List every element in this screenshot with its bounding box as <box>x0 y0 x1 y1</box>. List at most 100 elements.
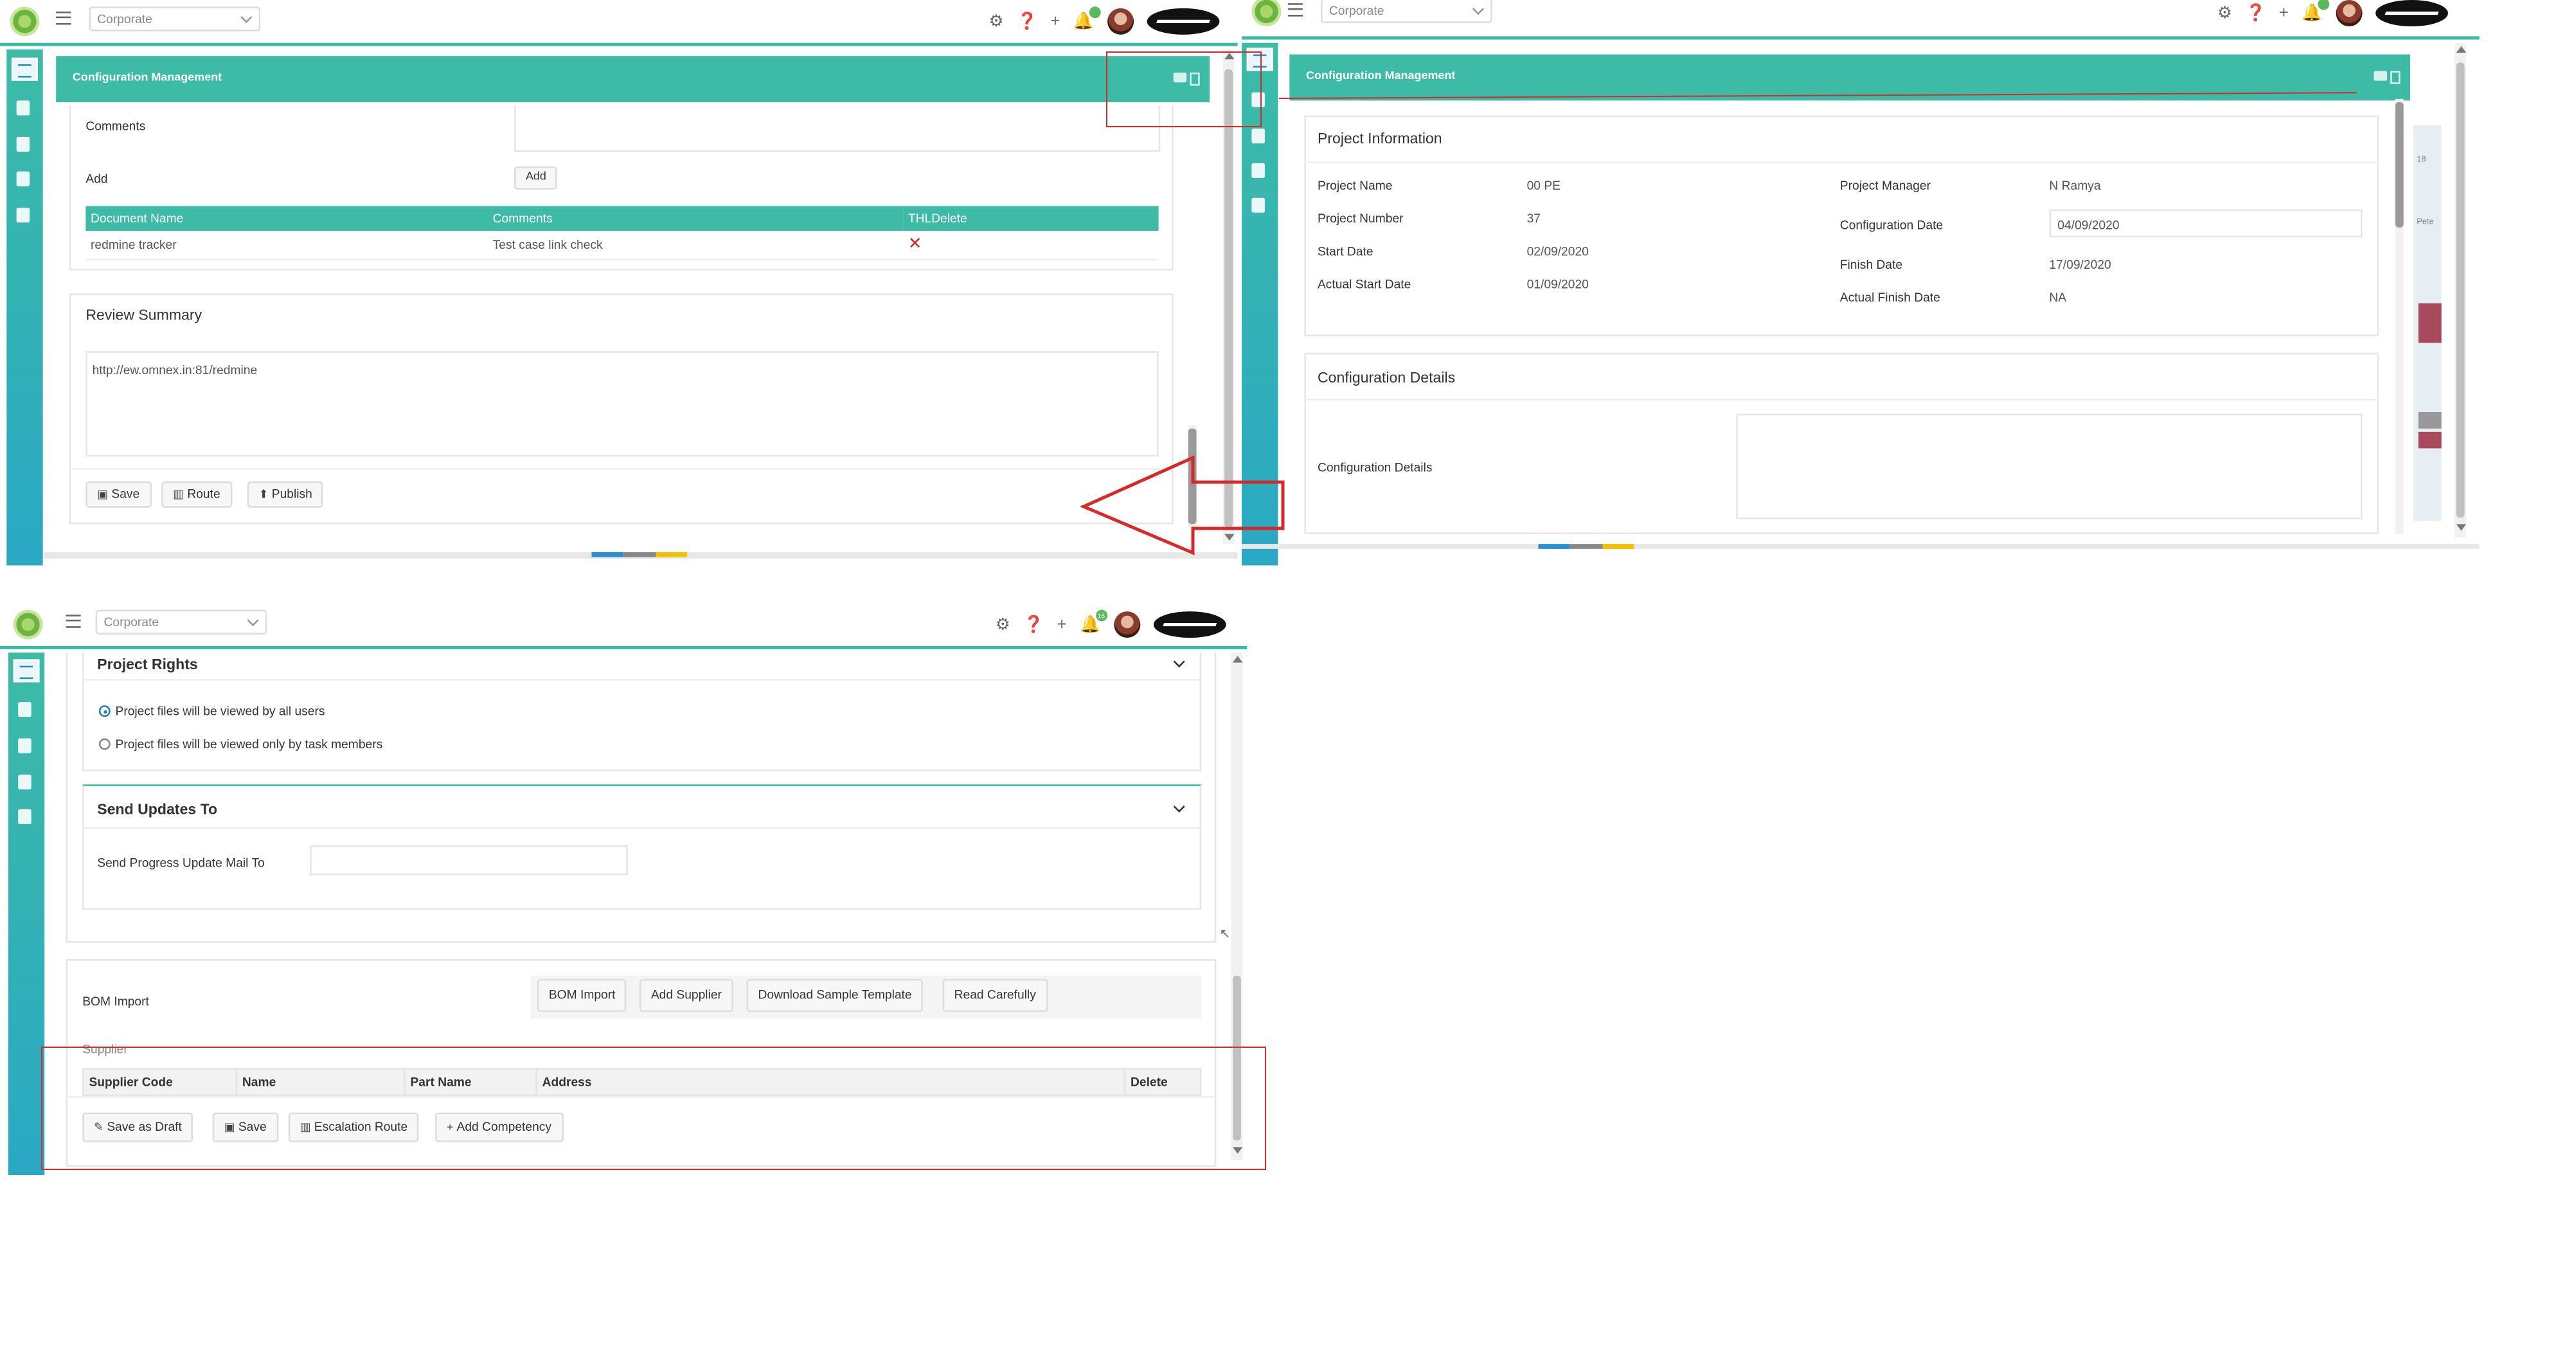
gear-icon[interactable]: ⚙ <box>996 615 1010 633</box>
radio-all-users[interactable]: Project files will be viewed by all user… <box>98 704 325 719</box>
loading-strip <box>591 552 688 557</box>
window-controls-icon[interactable] <box>2374 71 2401 84</box>
review-summary-textarea[interactable]: http://ew.omnex.in:81/redmine <box>85 351 1159 457</box>
download-sample-template-button[interactable]: Download Sample Template <box>746 978 924 1013</box>
scrollbar-thumb[interactable] <box>2456 62 2465 518</box>
bottom-bar <box>1242 544 2480 549</box>
hamburger-menu-icon[interactable] <box>66 615 81 628</box>
add-label: Add <box>85 171 108 186</box>
configuration-date-label: Configuration Date <box>1839 217 1944 233</box>
sidebar-doc-icon[interactable] <box>18 738 31 753</box>
add-button[interactable]: Add <box>514 166 558 190</box>
finish-date-label: Finish Date <box>1839 256 1903 273</box>
send-updates-title: Send Updates To <box>97 800 218 818</box>
divider <box>69 468 1174 470</box>
project-number-label: Project Number <box>1317 211 1404 226</box>
plus-icon[interactable]: + <box>1057 615 1067 633</box>
bell-icon[interactable]: 🔔 <box>1073 5 1101 30</box>
inner-scrollbar-thumb[interactable] <box>2395 102 2404 228</box>
gear-icon[interactable]: ⚙ <box>2217 4 2232 22</box>
configuration-details-textarea[interactable] <box>1736 413 2363 519</box>
plus-icon[interactable]: + <box>1050 12 1060 30</box>
bom-import-button[interactable]: BOM Import <box>537 978 627 1013</box>
organization-select[interactable]: Corporate <box>95 609 267 634</box>
bom-import-label: BOM Import <box>82 993 149 1009</box>
sidebar-doc-icon[interactable] <box>1251 197 1265 213</box>
chevron-down-icon <box>1472 3 1485 15</box>
organization-select[interactable]: Corporate <box>1321 0 1492 23</box>
divider <box>82 679 1202 681</box>
sidebar-doc-icon[interactable] <box>16 136 30 152</box>
configuration-date-input[interactable]: 04/09/2020 <box>2049 209 2363 238</box>
sidebar-doc-icon[interactable] <box>16 208 30 223</box>
cursor-icon: ↖ <box>1219 926 1231 941</box>
user-avatar[interactable] <box>1107 8 1134 35</box>
plus-icon[interactable]: + <box>2279 4 2289 22</box>
inner-scrollbar[interactable] <box>2395 98 2404 534</box>
send-updates-section <box>82 784 1202 910</box>
bell-icon[interactable]: 🔔 <box>2302 0 2329 22</box>
configuration-management-header: Configuration Management <box>56 56 1210 102</box>
hamburger-menu-icon[interactable] <box>56 11 71 25</box>
organization-select[interactable]: Corporate <box>89 6 261 32</box>
sidebar-doc-icon[interactable] <box>1251 128 1265 144</box>
send-progress-input[interactable] <box>310 845 628 876</box>
comments-textarea[interactable] <box>514 105 1161 152</box>
comments-label: Comments <box>85 118 146 134</box>
review-summary-text: http://ew.omnex.in:81/redmine <box>92 363 258 378</box>
sidebar-doc-icon[interactable] <box>1251 163 1265 178</box>
app-logo[interactable] <box>1251 0 1282 27</box>
actual-start-date-label: Actual Start Date <box>1317 276 1411 292</box>
sidebar-dashboard-icon[interactable] <box>11 57 38 81</box>
arrow-annotation <box>1079 455 1285 555</box>
upload-icon: ⬆ <box>258 489 269 501</box>
sidebar-doc-icon[interactable] <box>16 100 30 116</box>
user-avatar[interactable] <box>1113 611 1140 638</box>
document-link[interactable]: redmine tracker <box>85 230 488 261</box>
top-bar: Corporate ⚙ ❓ + 🔔 <box>1242 0 2480 33</box>
divider <box>1304 399 2379 401</box>
route-button[interactable]: ▥ Route <box>161 481 232 508</box>
publish-button[interactable]: ⬆ Publish <box>247 481 324 508</box>
save-button[interactable]: ▣ Save <box>85 481 152 508</box>
scroll-up-icon[interactable] <box>2456 46 2467 53</box>
scroll-up-icon[interactable] <box>1232 656 1243 663</box>
send-progress-label: Send Progress Update Mail To <box>97 855 265 870</box>
bell-icon[interactable]: 🔔 16 <box>1080 609 1107 634</box>
add-supplier-button[interactable]: Add Supplier <box>639 978 733 1013</box>
radio-selected[interactable] <box>98 705 111 717</box>
project-name-value: 00 PE <box>1526 177 1561 193</box>
help-icon[interactable]: ❓ <box>1017 12 1037 30</box>
sidebar-doc-icon[interactable] <box>18 702 31 717</box>
radio-unselected[interactable] <box>98 738 111 750</box>
help-icon[interactable]: ❓ <box>1023 615 1044 633</box>
app-logo[interactable] <box>10 6 40 37</box>
scroll-down-icon[interactable] <box>2456 524 2467 531</box>
actual-start-date-value: 01/09/2020 <box>1526 276 1589 292</box>
sidebar-doc-icon[interactable] <box>16 171 30 186</box>
arrow-shape <box>1079 455 1285 555</box>
help-icon[interactable]: ❓ <box>2245 4 2266 22</box>
scrollbar[interactable] <box>2455 42 2467 537</box>
hamburger-menu-icon[interactable] <box>1287 3 1303 17</box>
project-number-value: 37 <box>1526 211 1541 226</box>
app-logo[interactable] <box>13 609 43 640</box>
user-avatar[interactable] <box>2335 0 2362 27</box>
background-bar <box>2418 431 2442 449</box>
project-manager-value: N Ramya <box>2049 177 2101 193</box>
sidebar-dashboard-icon[interactable] <box>13 659 40 683</box>
highlight-box-bottom-actions <box>41 1047 1266 1170</box>
notification-badge: 16 <box>1095 609 1107 621</box>
sidebar-doc-icon[interactable] <box>18 774 31 789</box>
radio-task-members[interactable]: Project files will be viewed only by tas… <box>98 737 382 752</box>
documents-table: Document Name Comments THLDelete redmine… <box>85 206 1159 261</box>
divider <box>1304 161 2379 163</box>
read-carefully-button[interactable]: Read Carefully <box>942 978 1048 1013</box>
delete-icon[interactable]: ✕ <box>908 236 922 254</box>
sidebar-doc-icon[interactable] <box>18 809 31 824</box>
company-logo <box>2375 0 2448 27</box>
start-date-label: Start Date <box>1317 244 1373 259</box>
screenshot-configuration-review: Corporate ⚙ ❓ + 🔔 Configuration Manageme… <box>0 0 1239 566</box>
gear-icon[interactable]: ⚙ <box>988 12 1003 30</box>
left-sidebar <box>6 49 43 566</box>
